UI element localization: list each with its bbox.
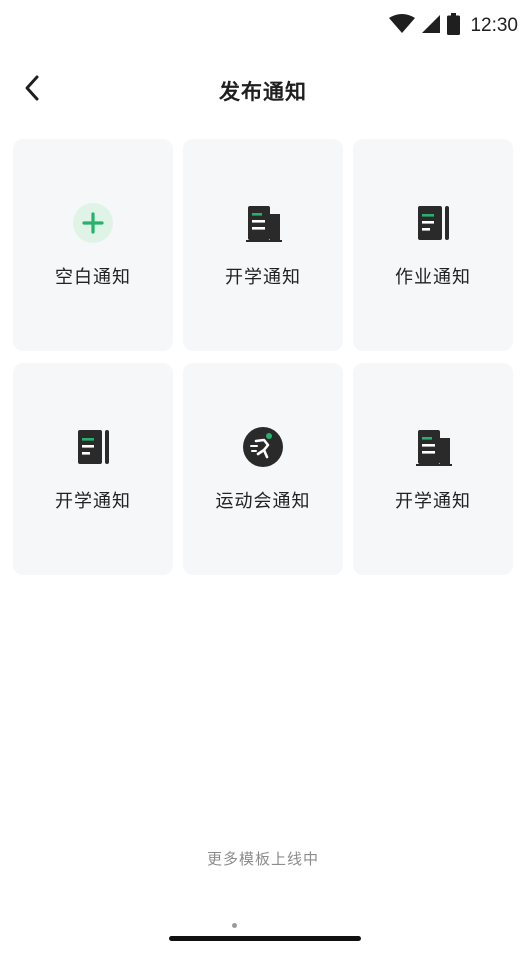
running-person-icon bbox=[242, 426, 284, 468]
template-card-school-start-3[interactable]: 开学通知 bbox=[353, 363, 513, 575]
plus-circle-icon bbox=[72, 202, 114, 244]
school-building-icon bbox=[412, 426, 454, 468]
notebook-pen-icon bbox=[72, 426, 114, 468]
school-building-icon bbox=[242, 202, 284, 244]
template-card-school-start-2[interactable]: 开学通知 bbox=[13, 363, 173, 575]
template-card-sports-meet[interactable]: 运动会通知 bbox=[183, 363, 343, 575]
template-card-label: 开学通知 bbox=[55, 491, 131, 512]
status-time: 12:30 bbox=[470, 15, 518, 36]
template-card-label: 开学通知 bbox=[395, 491, 471, 512]
home-indicator[interactable] bbox=[169, 936, 361, 941]
template-card-label: 开学通知 bbox=[225, 267, 301, 288]
more-templates-note: 更多模板上线中 bbox=[206, 850, 319, 868]
page-indicator-dot bbox=[232, 923, 237, 928]
battery-icon bbox=[447, 13, 461, 39]
template-card-school-start[interactable]: 开学通知 bbox=[183, 139, 343, 351]
page-title: 发布通知 bbox=[219, 80, 307, 104]
template-card-label: 运动会通知 bbox=[215, 491, 311, 512]
status-bar: 12:30 bbox=[0, 0, 526, 52]
header: 发布通知 bbox=[0, 62, 526, 120]
template-card-label: 空白通知 bbox=[55, 267, 131, 288]
template-grid: 空白通知 开学通知 作业通知 开学通知 运动会通知 开学通知 bbox=[13, 139, 513, 575]
template-card-homework[interactable]: 作业通知 bbox=[353, 139, 513, 351]
cell-signal-icon bbox=[421, 14, 441, 38]
wifi-icon bbox=[389, 14, 416, 38]
template-card-label: 作业通知 bbox=[395, 267, 471, 288]
template-card-blank[interactable]: 空白通知 bbox=[13, 139, 173, 351]
status-icons: 12:30 bbox=[389, 13, 518, 39]
notebook-pen-icon bbox=[412, 202, 454, 244]
